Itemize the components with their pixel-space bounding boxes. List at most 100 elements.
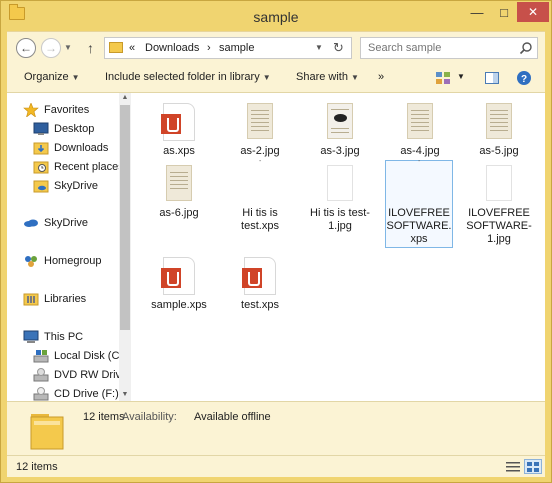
recent-places-icon [33,161,49,174]
jpg-thumbnail-icon [242,101,278,143]
chevron-down-icon: ▼ [71,73,80,82]
xps-file-icon [161,101,197,143]
organize-menu[interactable]: Organize ▼ [24,71,80,83]
file-item[interactable]: as.xps [145,101,213,158]
file-item[interactable]: ILOVEFREESOFTWARE-1.jpg [465,163,533,246]
file-item[interactable]: as-3.jpg [306,101,374,158]
xps-file-icon [242,255,278,297]
file-item[interactable]: as-4.jpg [386,101,454,158]
nav-item-skydrive-favorite[interactable]: SkyDrive [33,177,131,195]
scroll-up-icon[interactable]: ▲ [119,94,131,101]
nav-item-dvd-drive[interactable]: DVD RW Drive [33,366,131,384]
command-bar: Organize ▼ Include selected folder in lib… [7,63,545,93]
close-button[interactable]: ✕ [517,2,549,22]
nav-item-this-pc[interactable]: This PC [23,328,131,346]
nav-item-downloads[interactable]: Downloads [33,139,131,157]
xps-file-icon [161,255,197,297]
chevron-down-icon: ▼ [350,73,359,82]
scrollbar-thumb[interactable] [120,105,130,330]
nav-item-libraries[interactable]: Libraries [23,290,131,308]
include-in-library-menu[interactable]: Include selected folder in library ▼ [105,71,271,83]
file-item[interactable]: sample.xps [145,255,213,312]
status-bar: 12 items [7,455,545,477]
minimize-button[interactable]: — [463,2,491,22]
folder-icon [30,414,64,450]
jpg-thumbnail-icon [402,101,438,143]
file-item[interactable]: as-5.jpg [465,101,533,158]
cd-drive-icon [33,387,49,401]
share-with-menu[interactable]: Share with ▼ [296,71,359,83]
nav-item-favorites[interactable]: Favorites [23,101,131,119]
breadcrumb-sample[interactable]: sample [219,42,254,54]
nav-pane-scrollbar[interactable]: ▲ ▼ [119,93,131,401]
folder-icon [109,42,123,53]
blank-thumbnail-icon: - [259,158,262,165]
homegroup-icon [25,256,37,267]
file-list: as.xps as-2.jpg as-3.jpg as-4.jpg as-5.j… [131,93,545,401]
nav-item-desktop[interactable]: Desktop [33,120,131,138]
skydrive-folder-icon [33,180,49,193]
breadcrumb-overflow[interactable]: « [129,42,135,54]
star-icon [23,103,39,117]
drive-icon [33,350,49,363]
availability-value: Available offline [194,411,271,423]
address-bar[interactable]: « Downloads › sample ▼ ↻ [104,37,352,59]
nav-item-cd-drive[interactable]: CD Drive (F:) I [33,385,131,401]
availability-label: Availability: [122,411,177,423]
view-options-dropdown[interactable]: ▼ [457,72,465,81]
explorer-window: sample — □ ✕ ← → ▼ ↑ « Downloads › sampl… [0,0,552,483]
blank-thumbnail-icon: - [418,158,421,165]
recent-locations-dropdown[interactable]: ▼ [64,43,72,52]
preview-pane-icon[interactable] [484,70,500,86]
libraries-icon [23,293,39,306]
blank-thumbnail-icon [481,163,517,205]
search-box [360,37,538,59]
refresh-icon[interactable]: ↻ [333,40,344,56]
nav-item-skydrive[interactable]: SkyDrive [23,214,131,232]
file-item[interactable]: Hi tis is test-1.jpg [306,163,374,233]
content-area: Favorites Desktop Downloads Recent place… [7,93,545,401]
details-view-icon [506,462,520,472]
more-commands-button[interactable]: » [378,71,384,83]
skydrive-icon [24,219,38,227]
help-icon[interactable]: ? [516,70,532,86]
details-pane: 12 items Availability: Available offline [7,401,545,455]
navigation-pane: Favorites Desktop Downloads Recent place… [7,93,131,401]
scroll-down-icon[interactable]: ▼ [119,391,131,398]
large-icons-view-button[interactable] [524,459,542,474]
maximize-button[interactable]: □ [491,2,517,22]
computer-icon [23,330,39,343]
svg-text:?: ? [521,74,527,85]
jpg-thumbnail-icon [322,101,358,143]
breadcrumb-separator[interactable]: › [207,42,211,54]
dvd-drive-icon [33,368,49,382]
jpg-thumbnail-icon [481,101,517,143]
file-item[interactable]: test.xps [226,255,294,312]
search-icon[interactable] [519,41,533,55]
nav-item-homegroup[interactable]: Homegroup [23,252,131,270]
address-dropdown[interactable]: ▼ [315,43,323,52]
status-item-count: 12 items [16,461,58,473]
chevron-down-icon: ▼ [262,73,271,82]
file-item[interactable]: as-2.jpg [226,101,294,158]
breadcrumb-downloads[interactable]: Downloads [145,42,199,54]
search-input[interactable] [361,38,511,58]
forward-button[interactable]: → [41,38,61,58]
file-item-selected[interactable]: - ILOVEFREESOFTWARE.xps [385,158,453,248]
jpg-thumbnail-icon [161,163,197,205]
navigation-bar: ← → ▼ ↑ « Downloads › sample ▼ ↻ [7,31,545,63]
nav-item-local-disk[interactable]: Local Disk (C: [33,347,131,365]
details-item-count: 12 items [83,411,125,423]
desktop-icon [33,122,49,135]
large-icons-view-icon [527,462,539,472]
details-view-button[interactable] [504,459,522,474]
file-item[interactable]: - Hi tis is test.xps [226,158,294,233]
change-view-icon[interactable] [435,70,451,86]
blank-thumbnail-icon [322,163,358,205]
back-button[interactable]: ← [16,38,36,58]
downloads-folder-icon [33,142,49,155]
nav-item-recent-places[interactable]: Recent places [33,158,131,176]
up-button[interactable]: ↑ [87,40,94,56]
file-item[interactable]: as-6.jpg [145,163,213,220]
title-bar[interactable]: sample — □ ✕ [1,1,551,31]
